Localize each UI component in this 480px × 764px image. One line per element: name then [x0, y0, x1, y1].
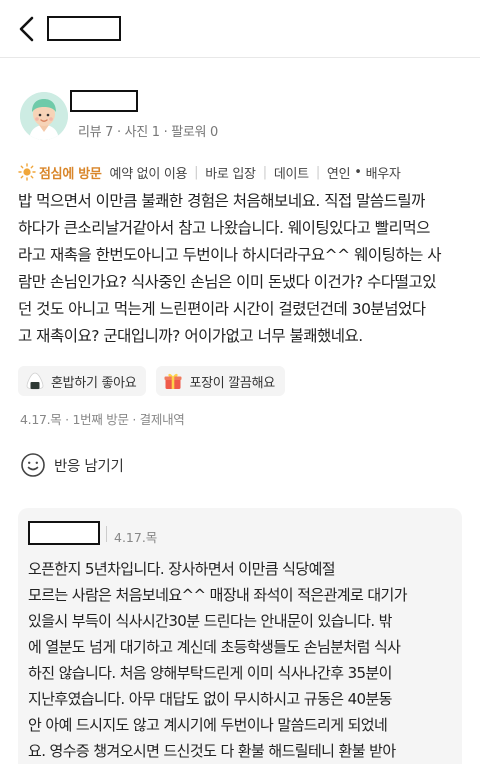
tag-divider: | [194, 164, 199, 180]
divider [106, 526, 107, 542]
reaction-label: 반응 남기기 [54, 458, 124, 475]
visit-time-tag: 점심에 방문 [39, 166, 102, 182]
keyword-chip[interactable]: 포장이 깔끔해요 [156, 366, 285, 396]
keyword-chip[interactable]: 혼밥하기 좋아요 [18, 366, 147, 396]
owner-reply-date: 4.17.목 [114, 530, 158, 545]
visit-tag: 데이트 [273, 166, 309, 182]
visit-tags: 점심에 방문 예약 없이 이용 | 바로 입장 | 데이트 | 연인 • 배우자 [18, 162, 401, 182]
tag-dot: • [354, 164, 362, 180]
chip-label: 포장이 깔끔해요 [189, 375, 275, 391]
smiley-icon [21, 453, 45, 477]
gift-box-icon [164, 373, 182, 389]
keyword-chips: 혼밥하기 좋아요 포장이 깔끔해요 [18, 366, 285, 396]
owner-reply-text: 오픈한지 5년차입니다. 장사하면서 이만큼 식당예절 모르는 사람은 처음보네… [28, 560, 408, 760]
visit-tag: 배우자 [365, 166, 401, 182]
visit-tag: 연인 [326, 166, 351, 182]
top-bar [0, 0, 480, 58]
sun-icon [18, 163, 36, 181]
tag-divider: | [315, 164, 320, 180]
rice-ball-icon [26, 372, 44, 390]
redacted-title-box [47, 16, 121, 41]
visit-meta: 4.17.목 · 1번째 방문 · 결제내역 [20, 412, 185, 427]
redacted-reviewer-name [70, 90, 138, 112]
review-text: 밥 먹으면서 이만큼 불쾌한 경험은 처음해보네요. 직접 말씀드릴까 하다가 … [18, 192, 442, 345]
leave-reaction-button[interactable]: 반응 남기기 [20, 452, 124, 478]
reviewer-stats: 리뷰 7 · 사진 1 · 팔로워 0 [78, 125, 219, 140]
visit-tag: 예약 없이 이용 [109, 166, 188, 182]
chip-label: 혼밥하기 좋아요 [51, 375, 137, 391]
redacted-owner-name [28, 521, 100, 545]
visit-tag: 바로 입장 [205, 166, 256, 182]
chevron-left-icon[interactable] [14, 14, 42, 44]
owner-reply: 4.17.목 오픈한지 5년차입니다. 장사하면서 이만큼 식당예절 모르는 사… [18, 508, 462, 764]
avatar[interactable] [20, 92, 68, 140]
tag-divider: | [262, 164, 267, 180]
